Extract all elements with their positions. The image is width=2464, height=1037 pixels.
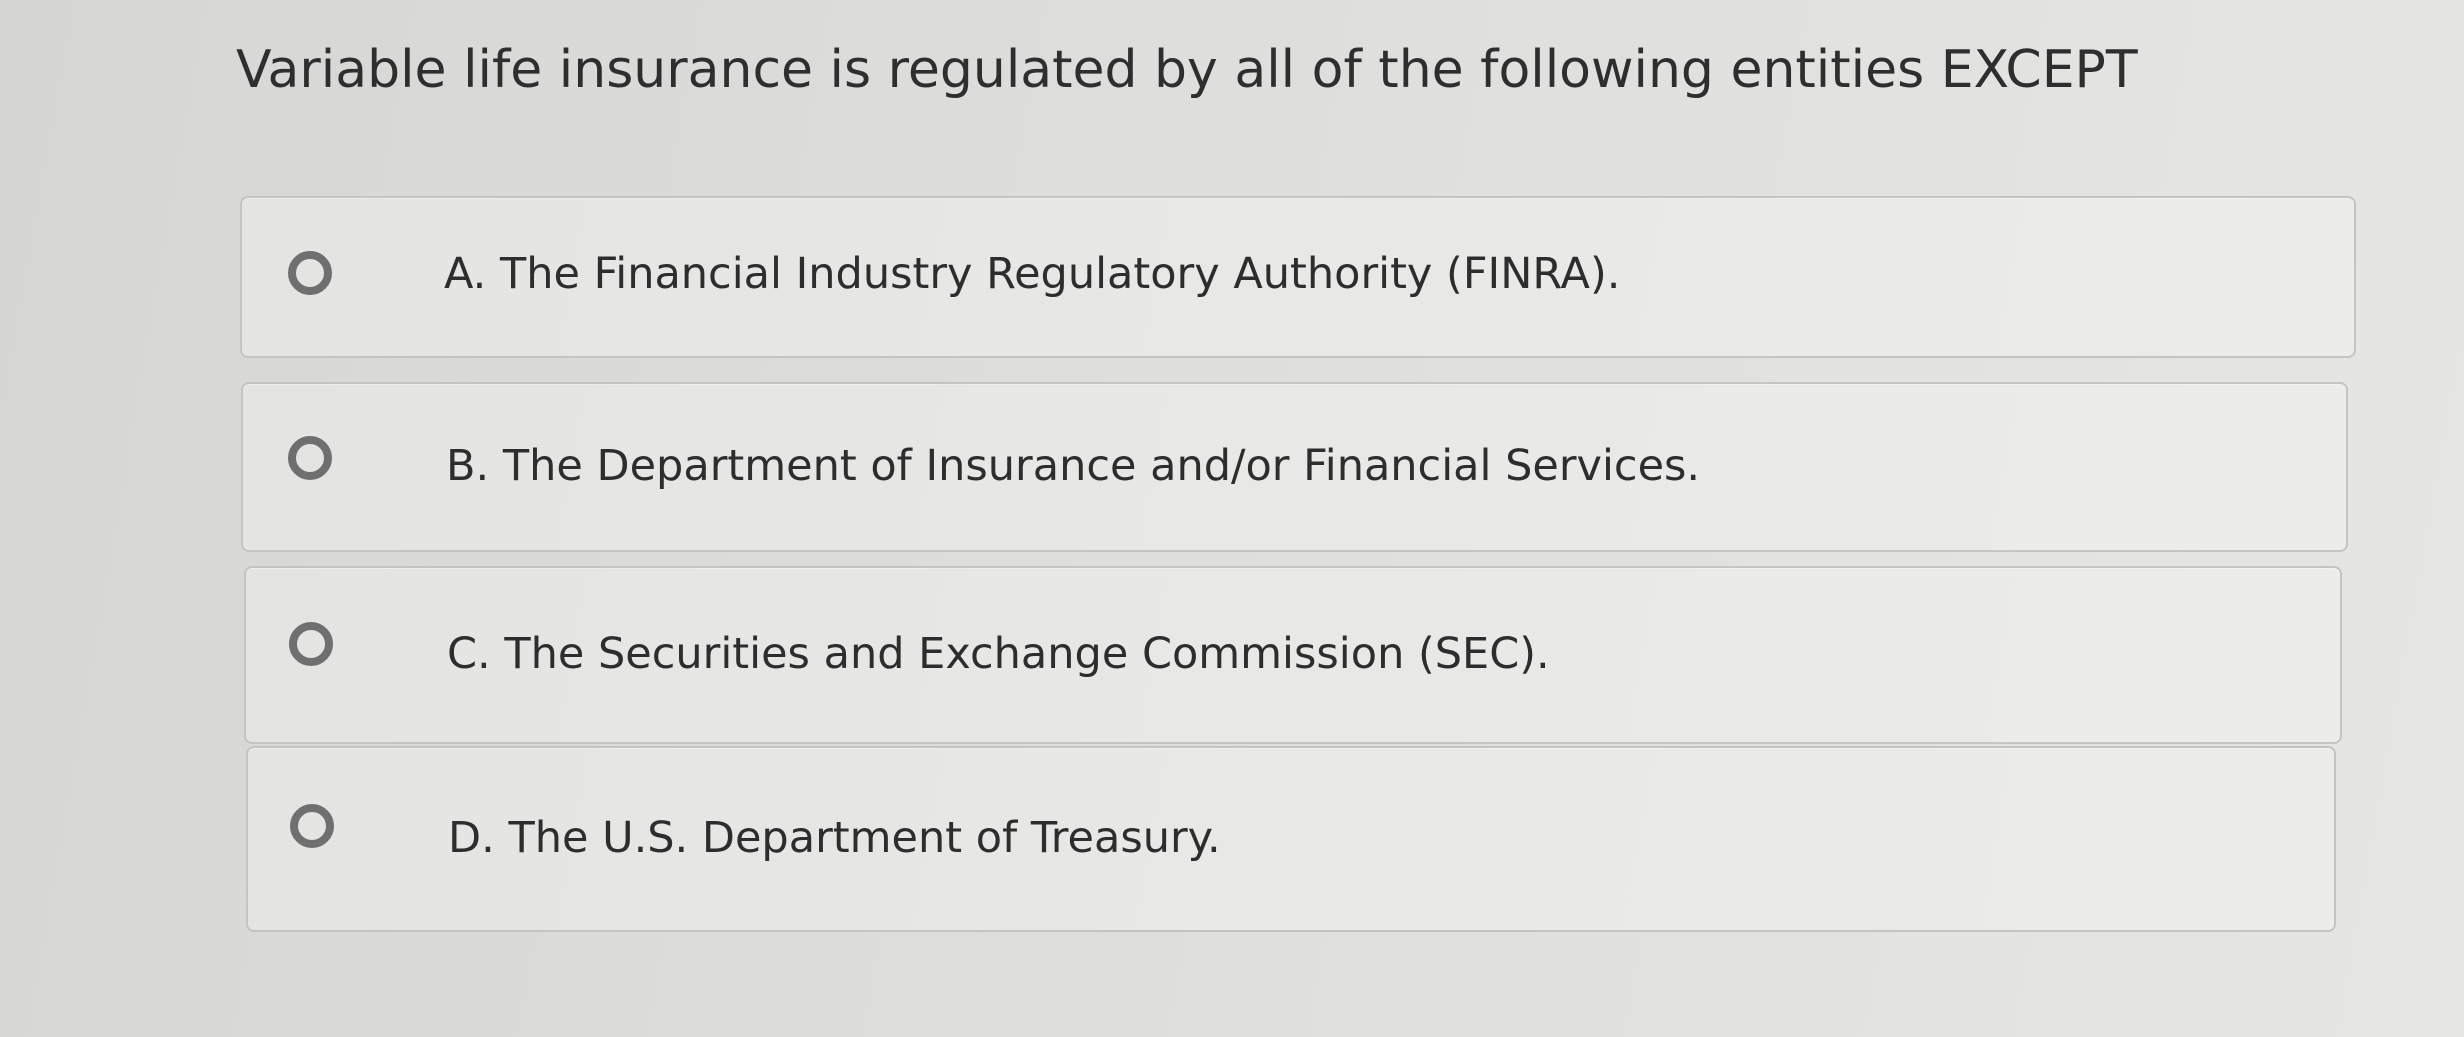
answer-option-label: A. The Financial Industry Regulatory Aut… [444,249,1621,299]
radio-button-icon[interactable] [288,436,332,480]
answer-option-a[interactable]: A. The Financial Industry Regulatory Aut… [240,196,2356,358]
radio-button-icon[interactable] [289,622,333,666]
answer-option-c[interactable]: C. The Securities and Exchange Commissio… [244,566,2342,744]
answer-option-b[interactable]: B. The Department of Insurance and/or Fi… [241,382,2348,552]
answer-option-label: B. The Department of Insurance and/or Fi… [446,441,1701,491]
radio-button-icon[interactable] [290,804,334,848]
answer-option-d[interactable]: D. The U.S. Department of Treasury. [246,746,2336,932]
answer-option-label: D. The U.S. Department of Treasury. [448,813,1221,863]
question-text: Variable life insurance is regulated by … [236,40,2138,100]
radio-button-icon[interactable] [288,251,332,295]
answer-option-label: C. The Securities and Exchange Commissio… [447,629,1550,679]
